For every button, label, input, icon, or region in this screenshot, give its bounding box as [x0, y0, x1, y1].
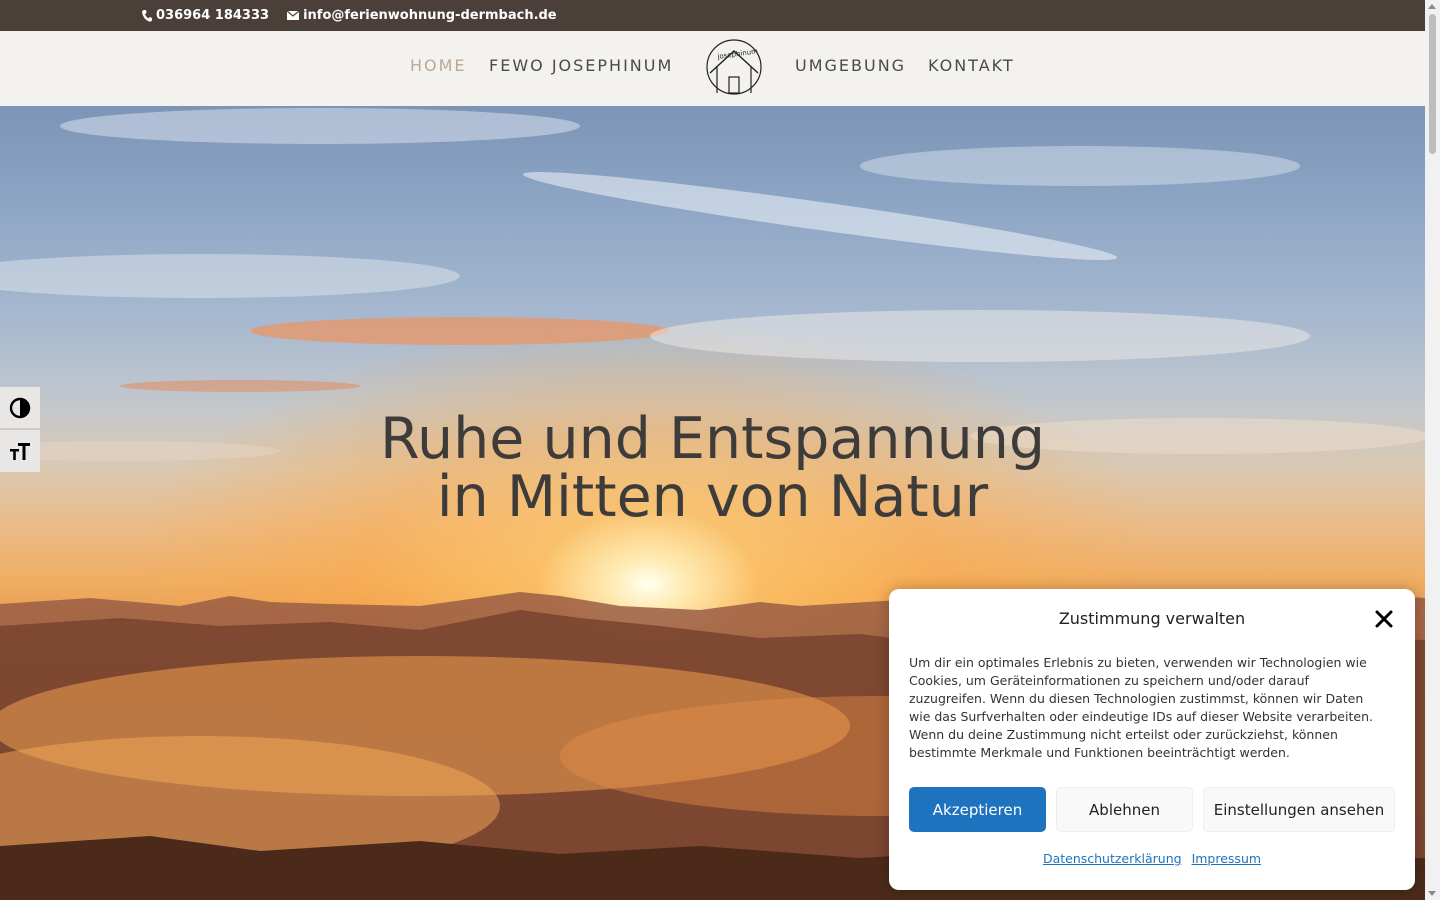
view-settings-button[interactable]: Einstellungen ansehen — [1203, 787, 1395, 832]
close-icon[interactable] — [1375, 610, 1393, 628]
phone-contact[interactable]: 036964 184333 — [142, 8, 269, 23]
svg-text:josephinum: josephinum — [716, 47, 759, 61]
nav-item-kontakt[interactable]: Kontakt — [928, 56, 1015, 75]
hero-title-line-2: in Mitten von Natur — [436, 464, 989, 530]
scroll-down-arrow-icon[interactable] — [1428, 891, 1436, 896]
mail-icon — [287, 11, 300, 20]
imprint-link[interactable]: Impressum — [1192, 851, 1261, 866]
email-address[interactable]: info@ferienwohnung-dermbach.de — [303, 8, 557, 23]
hero-title: Ruhe und Entspannung in Mitten von Natur — [0, 410, 1425, 526]
cookie-consent-dialog: Zustimmung verwalten Um dir ein optimale… — [889, 589, 1415, 890]
site-logo[interactable]: josephinum — [704, 37, 764, 97]
toggle-font-size-button[interactable] — [0, 430, 40, 472]
toggle-high-contrast-button[interactable] — [0, 387, 40, 429]
phone-number[interactable]: 036964 184333 — [156, 8, 269, 23]
phone-icon — [142, 9, 152, 22]
email-contact[interactable]: info@ferienwohnung-dermbach.de — [287, 8, 557, 23]
deny-button[interactable]: Ablehnen — [1056, 787, 1193, 832]
accept-button[interactable]: Akzeptieren — [909, 787, 1046, 832]
nav-item-umgebung[interactable]: Umgebung — [795, 56, 906, 75]
scroll-up-arrow-icon[interactable] — [1428, 4, 1436, 9]
house-logo-icon: josephinum — [706, 39, 762, 95]
main-header: Home FeWo Josephinum josephinum Umgebung… — [0, 31, 1425, 106]
consent-title: Zustimmung verwalten — [1058, 609, 1246, 628]
nav-item-fewo-josephinum[interactable]: FeWo Josephinum — [489, 56, 673, 75]
page-scrollbar[interactable] — [1425, 0, 1440, 900]
nav-item-home[interactable]: Home — [410, 56, 467, 75]
scrollbar-thumb[interactable] — [1429, 14, 1436, 154]
top-info-bar: 036964 184333 info@ferienwohnung-dermbac… — [0, 0, 1425, 31]
hero-title-line-1: Ruhe und Entspannung — [379, 406, 1046, 472]
font-size-icon — [10, 443, 30, 460]
consent-links: Datenschutzerklärung Impressum — [889, 851, 1415, 866]
consent-description: Um dir ein optimales Erlebnis zu bieten,… — [909, 655, 1373, 760]
privacy-policy-link[interactable]: Datenschutzerklärung — [1043, 851, 1182, 866]
contrast-icon — [9, 397, 31, 418]
